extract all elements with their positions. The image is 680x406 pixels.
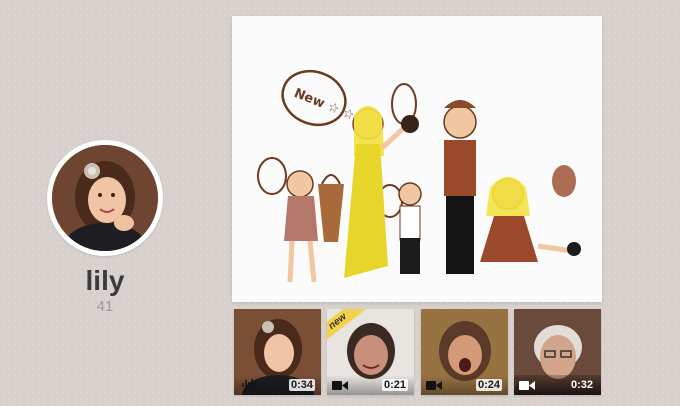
- thumbnail-audio-1[interactable]: 0:34: [234, 309, 321, 395]
- thumbnail-duration: 0:32: [570, 379, 593, 391]
- profile-card: lily 41: [44, 140, 166, 315]
- thumbnail-video-2[interactable]: new 0:21: [327, 309, 414, 395]
- thumbnail-bar: 0:34: [234, 375, 321, 395]
- profile-name: lily: [85, 265, 125, 296]
- thumbnail-bar: 0:21: [327, 375, 414, 395]
- profile-count: 41: [96, 298, 114, 315]
- video-camera-icon: [519, 380, 535, 391]
- thumbnail-video-4[interactable]: 0:32: [514, 309, 601, 395]
- video-camera-icon: [426, 380, 442, 391]
- video-camera-icon: [332, 380, 348, 391]
- thumbnail-bar: 0:24: [421, 375, 508, 395]
- waveform-icon: [239, 379, 259, 391]
- thumbnail-bar: 0:32: [514, 375, 601, 395]
- thumbnail-duration: 0:21: [381, 379, 408, 391]
- avatar[interactable]: [52, 145, 158, 251]
- main-drawing[interactable]: New ☆ ☆: [232, 16, 602, 302]
- thumbnail-duration: 0:34: [288, 379, 315, 391]
- thumbnail-duration: 0:24: [475, 379, 502, 391]
- thumbnail-video-3[interactable]: 0:24: [421, 309, 508, 395]
- avatar-ring[interactable]: [47, 140, 163, 256]
